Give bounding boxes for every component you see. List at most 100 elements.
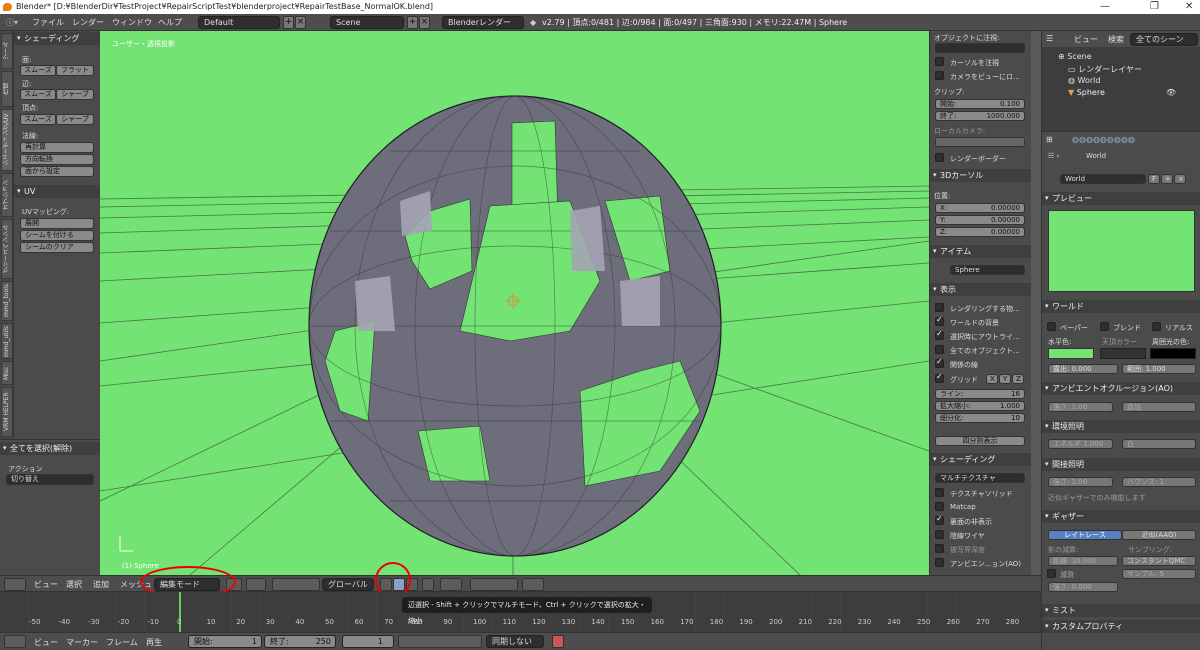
tab-shading-uv[interactable]: シェーディング/UV (1, 109, 13, 171)
add-layout-button[interactable]: + (283, 16, 294, 29)
ao-strength-field[interactable]: 強さ: 1.00 (1048, 402, 1113, 412)
world-context-icon[interactable]: ◍◍◍◍◍◍◍◍◍ (1072, 135, 1135, 144)
edge-smooth-button[interactable]: スムーズ (20, 89, 56, 100)
samples-field[interactable]: サンプル: 5 (1122, 569, 1196, 579)
set-from-faces-button[interactable]: 面から設定 (20, 166, 94, 177)
sampling-method-dropdown[interactable]: コンスタントQMC (1122, 556, 1196, 566)
scene-selector[interactable]: Scene (330, 16, 404, 29)
3d-viewport[interactable]: ユーザー・透視投影 (1) Sphere (100, 31, 929, 575)
timeline-view-menu[interactable]: ビュー (34, 637, 58, 648)
scene-tree-item[interactable]: ⊕ Scene (1058, 52, 1092, 61)
lock-object-field[interactable] (935, 43, 1025, 53)
auto-keying-button[interactable] (552, 635, 564, 648)
ambient-color-swatch[interactable] (1150, 348, 1196, 359)
3d-cursor-panel-title[interactable]: 3Dカーソル (930, 169, 1031, 182)
world-datablock-field[interactable]: World (1060, 174, 1146, 184)
start-frame-field[interactable]: 開始: 1 (188, 635, 262, 648)
tab-misc[interactable]: Misc (1, 361, 13, 385)
mist-panel-title[interactable]: ミスト (1042, 604, 1200, 617)
visibility-eye-icon[interactable]: 👁 (1166, 88, 1176, 97)
environment-lighting-title[interactable]: 環境照明 (1042, 420, 1200, 433)
timeline-playback-menu[interactable]: 再生 (146, 637, 162, 648)
outliner-view-menu[interactable]: ビュー (1074, 34, 1098, 45)
grid-lines-field[interactable]: ライン: 16 (935, 389, 1025, 399)
vertex-smooth-button[interactable]: スムーズ (20, 114, 56, 125)
close-icon[interactable]: ✕ (1185, 0, 1193, 14)
tab-grease-pencil[interactable]: グリースペンシル (1, 219, 13, 279)
item-panel-title[interactable]: アイテム (930, 245, 1031, 258)
only-render-checkbox[interactable] (935, 303, 944, 312)
paper-sky-checkbox[interactable] (1047, 322, 1056, 331)
item-name-field[interactable]: Sphere (950, 265, 1025, 275)
flip-normals-button[interactable]: 方向転換 (20, 154, 94, 165)
occlude-geometry-button[interactable] (422, 578, 434, 591)
cursor-z-field[interactable]: Z: 0.00000 (935, 227, 1025, 237)
recalculate-normals-button[interactable]: 再計算 (20, 142, 94, 153)
axis-x-toggle[interactable]: X (986, 374, 998, 384)
menu-view[interactable]: ビュー (34, 579, 58, 590)
shading-mode-dropdown[interactable]: マルチテクスチャ (935, 473, 1025, 483)
ao-blend-dropdown[interactable]: 追加 (1122, 402, 1196, 412)
outliner-search-menu[interactable]: 検索 (1108, 34, 1124, 45)
backface-culling-checkbox[interactable] (935, 514, 944, 525)
menu-render[interactable]: レンダー (72, 14, 104, 31)
all-object-origins-checkbox[interactable] (935, 345, 944, 354)
current-frame-field[interactable]: 1 (342, 635, 394, 648)
axis-z-toggle[interactable]: Z (1012, 374, 1024, 384)
tab-tools[interactable]: ツール (1, 33, 13, 69)
layout-selector[interactable]: Default (198, 16, 280, 29)
axis-y-toggle[interactable]: Y (999, 374, 1011, 384)
clip-end-field[interactable]: 終了: 1000.000 (935, 111, 1025, 121)
pivot-point-button[interactable] (246, 578, 266, 591)
tab-vrm-helper[interactable]: VRM HELPER (1, 387, 13, 437)
horizon-color-swatch[interactable] (1048, 348, 1094, 359)
ambient-occlusion-checkbox[interactable] (935, 558, 944, 567)
fake-user-button[interactable]: F (1148, 174, 1160, 184)
outliner-filter-dropdown[interactable]: 全てのシーン (1130, 33, 1198, 46)
depth-of-field-checkbox[interactable] (935, 544, 944, 553)
face-smooth-button[interactable]: スムーズ (20, 65, 56, 76)
lock-cursor-checkbox[interactable] (935, 57, 944, 66)
cursor-x-field[interactable]: X: 0.00000 (935, 203, 1025, 213)
textured-solid-checkbox[interactable] (935, 488, 944, 497)
world-background-checkbox[interactable] (935, 315, 944, 326)
timeline-editor-type[interactable] (4, 635, 26, 648)
falloff-checkbox[interactable] (1047, 569, 1056, 578)
menu-file[interactable]: ファイル (32, 14, 64, 31)
render-engine-selector[interactable]: Blenderレンダー (442, 16, 524, 29)
render-preview-button[interactable] (522, 578, 544, 591)
operator-title[interactable]: 全てを選択(解除) (0, 442, 100, 455)
manipulator-buttons[interactable] (272, 578, 320, 591)
minimize-icon[interactable]: — (1100, 0, 1110, 14)
tab-mmd-utils[interactable]: mmd_utils (1, 323, 13, 359)
timeline-frame-menu[interactable]: フレーム (106, 637, 138, 648)
playback-controls[interactable] (398, 635, 482, 648)
sync-mode-dropdown[interactable]: 同期しない (486, 635, 544, 648)
blend-sky-checkbox[interactable] (1100, 322, 1109, 331)
raytrace-button[interactable]: レイトレース (1048, 530, 1122, 540)
edge-sharp-button[interactable]: シャープ (56, 89, 94, 100)
mark-seam-button[interactable]: シームを付ける (20, 230, 94, 241)
indirect-factor-field[interactable]: 強さ: 1.00 (1048, 477, 1113, 487)
current-frame-line[interactable] (179, 592, 181, 632)
preview-panel-title[interactable]: プレビュー (1042, 192, 1200, 205)
hidden-wire-checkbox[interactable] (935, 530, 944, 539)
quad-view-button[interactable]: 四分割表示 (935, 436, 1025, 446)
world-tree-item[interactable]: ◍ World (1068, 76, 1100, 85)
range-field[interactable]: 範囲: 1.000 (1122, 364, 1196, 374)
gather-panel-title[interactable]: ギャザー (1042, 510, 1200, 523)
timeline-marker-menu[interactable]: マーカー (66, 637, 98, 648)
unlink-world-button[interactable]: × (1174, 174, 1186, 184)
clear-seam-button[interactable]: シームのクリア (20, 242, 94, 253)
shading-panel-title[interactable]: シェーディング (14, 32, 100, 45)
editor-type-icon[interactable]: ⓘ▾ (6, 14, 18, 31)
face-flat-button[interactable]: フラット (56, 65, 94, 76)
env-color-dropdown[interactable]: 白 (1122, 439, 1196, 449)
menu-help[interactable]: ヘルプ (158, 14, 182, 31)
real-sky-checkbox[interactable] (1152, 322, 1161, 331)
end-frame-field[interactable]: 終了: 250 (264, 635, 336, 648)
editor-type-button[interactable] (4, 578, 26, 591)
snap-buttons[interactable] (470, 578, 518, 591)
indirect-lighting-title[interactable]: 間接照明 (1042, 458, 1200, 471)
relationship-lines-checkbox[interactable] (935, 357, 944, 368)
